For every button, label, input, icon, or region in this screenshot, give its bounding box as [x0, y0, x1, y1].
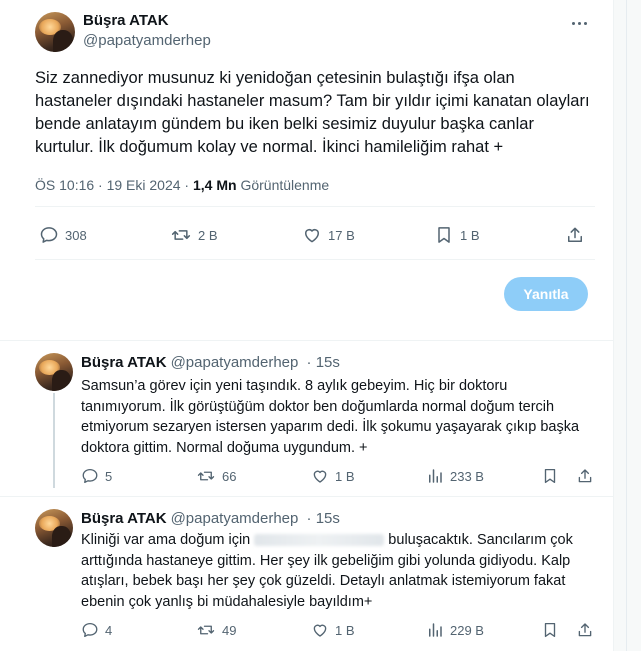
tweet-meta: ÖS 10:16 · 19 Eki 2024 · 1,4 Mn Görüntül…: [35, 177, 329, 193]
share-action[interactable]: [565, 225, 585, 245]
reply-text: Samsun’a görev için yeni taşındık. 8 ayl…: [81, 378, 580, 456]
thread-line: [53, 393, 55, 488]
reply-count: 4: [105, 622, 113, 638]
share-action[interactable]: [576, 621, 594, 639]
divider: [35, 206, 595, 207]
reply-count: 5: [105, 468, 113, 484]
more-icon[interactable]: [568, 16, 590, 30]
divider: [35, 259, 595, 260]
reply-action[interactable]: 4: [81, 621, 112, 639]
reply-action[interactable]: 308: [39, 225, 87, 245]
reply-time[interactable]: · 15s: [307, 510, 340, 527]
author-name[interactable]: Büşra ATAK: [81, 510, 167, 527]
column-border: [613, 0, 614, 651]
reply-icon: [40, 227, 58, 243]
repost-count: 2 B: [198, 227, 218, 243]
author-handle[interactable]: @papatyamderhep: [83, 32, 211, 49]
share-icon: [578, 623, 592, 637]
repost-count: 66: [222, 468, 237, 484]
reply-icon: [82, 468, 98, 484]
views-action[interactable]: 233 B: [426, 467, 484, 485]
repost-action[interactable]: 49: [196, 621, 236, 639]
reply-header: Büşra ATAK @papatyamderhep · 15s: [81, 354, 340, 371]
bookmark-icon: [438, 227, 450, 243]
bookmark-icon: [544, 468, 556, 484]
share-icon: [578, 469, 592, 483]
repost-action[interactable]: 66: [196, 467, 236, 485]
reply-text-start: Kliniği var ama doğum için: [81, 532, 255, 548]
like-action[interactable]: 1 B: [311, 621, 355, 639]
like-icon: [313, 624, 327, 637]
blurred-redaction: [254, 534, 385, 547]
tweet-timestamp[interactable]: ÖS 10:16 · 19 Eki 2024 ·: [35, 177, 193, 193]
avatar[interactable]: [35, 12, 75, 52]
author-handle[interactable]: @papatyamderhep: [171, 510, 299, 527]
avatar[interactable]: [35, 353, 73, 391]
author-handle[interactable]: @papatyamderhep: [171, 354, 299, 371]
views-count: 229 B: [450, 622, 484, 638]
repost-count: 49: [222, 622, 237, 638]
repost-icon: [197, 471, 215, 481]
views-count: 233 B: [450, 468, 484, 484]
share-action[interactable]: [576, 467, 594, 485]
bookmark-icon: [544, 622, 556, 638]
repost-action[interactable]: 2 B: [170, 225, 218, 245]
bookmark-action[interactable]: 1 B: [434, 225, 480, 245]
tweet-text: Siz zannediyor musunuz ki yenidoğan çete…: [35, 69, 590, 156]
view-label: Görüntülenme: [236, 177, 330, 193]
bookmark-action[interactable]: [541, 467, 559, 485]
reply-button[interactable]: Yanıtla: [504, 277, 588, 311]
like-action[interactable]: 1 B: [311, 467, 355, 485]
right-sidebar-edge: [614, 0, 641, 651]
like-action[interactable]: 17 B: [302, 225, 355, 245]
view-count: 1,4 Mn: [192, 177, 237, 193]
reply-count: 308: [65, 227, 87, 243]
main-tweet: Büşra ATAK @papatyamderhep Siz zannediyo…: [0, 0, 613, 340]
author-name[interactable]: Büşra ATAK: [83, 12, 169, 29]
views-action[interactable]: 229 B: [426, 621, 484, 639]
like-icon: [305, 229, 319, 243]
reply-text: Kliniği var ama doğum için buluşacaktık.…: [81, 530, 581, 612]
like-count: 17 B: [328, 227, 355, 243]
bookmark-count: 1 B: [460, 227, 480, 243]
avatar[interactable]: [35, 509, 73, 547]
reply-time[interactable]: · 15s: [307, 354, 340, 371]
like-count: 1 B: [335, 468, 355, 484]
author-name[interactable]: Büşra ATAK: [81, 354, 167, 371]
reply-tweet[interactable]: Büşra ATAK @papatyamderhep · 15s Samsun’a…: [0, 341, 613, 496]
reply-header: Büşra ATAK @papatyamderhep · 15s: [81, 510, 340, 527]
tweet-page: Büşra ATAK @papatyamderhep Siz zannediyo…: [0, 0, 641, 651]
reply-tweet[interactable]: Büşra ATAK @papatyamderhep · 15s Kliniği …: [0, 497, 613, 651]
views-icon: [429, 469, 442, 483]
like-count: 1 B: [335, 622, 355, 638]
bookmark-action[interactable]: [541, 621, 559, 639]
views-icon: [429, 623, 442, 637]
repost-icon: [171, 230, 191, 240]
reply-icon: [82, 622, 98, 638]
like-icon: [313, 470, 327, 483]
repost-icon: [197, 625, 215, 635]
share-icon: [568, 227, 582, 242]
reply-action[interactable]: 5: [81, 467, 112, 485]
